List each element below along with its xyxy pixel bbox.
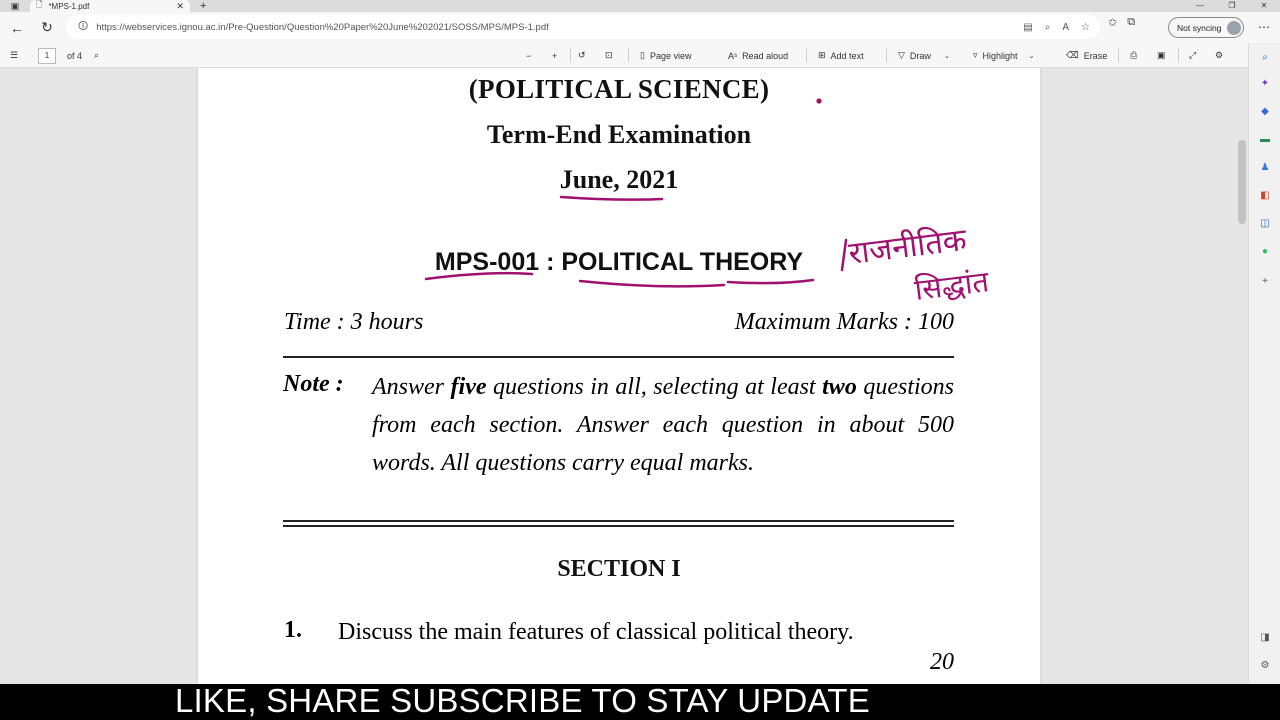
ink-underline-session bbox=[559, 195, 664, 201]
add-text-button[interactable]: ⊞ Add text bbox=[818, 43, 864, 68]
tab-title: *MPS-1.pdf bbox=[48, 1, 90, 11]
chevron-down-icon: ⌄ bbox=[943, 52, 950, 60]
pdf-viewer[interactable]: (POLITICAL SCIENCE) Term-End Examination… bbox=[0, 68, 1248, 684]
address-bar-row: ← ↻ 🛈 https://webservices.ignou.ac.in/Pr… bbox=[0, 12, 1280, 43]
draw-button[interactable]: ▽ Draw ⌄ bbox=[898, 43, 950, 68]
erase-label: Erase bbox=[1083, 50, 1108, 61]
url-text: https://webservices.ignou.ac.in/Pre-Ques… bbox=[96, 21, 549, 33]
office-icon[interactable]: ◧ bbox=[1258, 189, 1272, 203]
read-aloud-label: Read aloud bbox=[742, 50, 789, 61]
ink-annotations: राजनीतिक सिद्धांत bbox=[424, 98, 991, 307]
title-bar: ▣ 🗋 *MPS-1.pdf ✕ + — ❐ ✕ bbox=[0, 0, 1280, 12]
collections-icon[interactable]: ⧉ bbox=[1127, 16, 1135, 29]
zoom-out-icon[interactable]: − bbox=[526, 43, 531, 68]
sidebar-toggle-icon[interactable]: ◨ bbox=[1258, 631, 1272, 645]
ink-dot bbox=[816, 98, 822, 104]
url-field[interactable]: 🛈 https://webservices.ignou.ac.in/Pre-Qu… bbox=[66, 15, 1100, 39]
new-tab-icon[interactable]: + bbox=[200, 0, 206, 12]
fit-page-icon[interactable]: ⊡ bbox=[605, 43, 613, 68]
zoom-in-icon[interactable]: + bbox=[552, 43, 557, 68]
ink-bar bbox=[840, 238, 848, 272]
minimize-icon[interactable]: — bbox=[1184, 0, 1216, 12]
close-window-icon[interactable]: ✕ bbox=[1248, 0, 1280, 12]
add-text-icon: ⊞ bbox=[818, 50, 826, 60]
profile-label: Not syncing bbox=[1177, 22, 1222, 33]
pdf-page: (POLITICAL SCIENCE) Term-End Examination… bbox=[198, 68, 1040, 684]
search-icon[interactable]: ⌕ bbox=[1258, 51, 1272, 65]
draw-label: Draw bbox=[909, 50, 931, 61]
expand-icon[interactable]: ⤢ bbox=[1189, 43, 1196, 68]
page-view-label: Page view bbox=[649, 50, 692, 61]
highlight-button[interactable]: ▿ Highlight ⌄ bbox=[973, 43, 1034, 68]
close-tab-icon[interactable]: ✕ bbox=[176, 1, 184, 12]
reader-icon[interactable]: ▤ bbox=[1023, 22, 1032, 33]
shopping-icon[interactable]: ◆ bbox=[1258, 105, 1272, 119]
ink-underline-title bbox=[578, 279, 726, 288]
menu-icon[interactable]: ⋯ bbox=[1258, 20, 1270, 34]
highlight-icon: ▿ bbox=[973, 50, 978, 60]
pdf-toolbar: ☰ 1 of 4 ⌕ − + ↺ ⊡ ▯ Page view Aˢ Read a… bbox=[0, 43, 1248, 68]
games-icon[interactable]: ♟ bbox=[1258, 161, 1272, 175]
caption-banner: LIKE, SHARE SUBSCRIBE TO STAY UPDATE bbox=[0, 684, 1280, 720]
sidebar-settings-icon[interactable]: ⚙ bbox=[1258, 659, 1272, 673]
erase-button[interactable]: ⌫ Erase bbox=[1066, 43, 1107, 68]
chevron-down-icon: ⌄ bbox=[1028, 52, 1035, 60]
ink-underline-code bbox=[424, 271, 534, 281]
avatar bbox=[1227, 20, 1242, 35]
profile-button[interactable]: Not syncing bbox=[1168, 17, 1244, 38]
print-icon[interactable]: ⎙ bbox=[1130, 43, 1137, 68]
page-total: of 4 bbox=[67, 50, 83, 61]
tools-icon[interactable]: ▬ bbox=[1258, 133, 1272, 147]
refresh-icon[interactable]: ↻ bbox=[38, 19, 56, 36]
save-icon[interactable]: ▣ bbox=[1157, 43, 1166, 68]
highlight-label: Highlight bbox=[982, 50, 1018, 61]
tab-actions-icon[interactable]: ▣ bbox=[0, 0, 30, 12]
spotify-icon[interactable]: ● bbox=[1258, 245, 1272, 259]
contents-icon[interactable]: ☰ bbox=[10, 43, 18, 68]
ink-hindi-word-2: सिद्धांत bbox=[913, 264, 991, 307]
edge-sidebar: ⌕ ✦ ◆ ▬ ♟ ◧ ◫ ● + ◨ ⚙ bbox=[1248, 43, 1280, 684]
eraser-icon: ⌫ bbox=[1066, 50, 1079, 60]
draw-icon: ▽ bbox=[898, 50, 905, 60]
page-view-icon: ▯ bbox=[640, 50, 645, 60]
favorites-icon[interactable]: ✩ bbox=[1108, 16, 1117, 29]
add-icon[interactable]: + bbox=[1258, 275, 1272, 289]
favorite-icon[interactable]: ☆ bbox=[1081, 22, 1090, 33]
outlook-icon[interactable]: ◫ bbox=[1258, 217, 1272, 231]
page-number-input[interactable]: 1 bbox=[38, 47, 56, 64]
zoom-icon[interactable]: ⌕ bbox=[1045, 22, 1051, 33]
site-info-icon[interactable]: 🛈 bbox=[78, 19, 88, 36]
scrollbar-thumb[interactable] bbox=[1238, 140, 1246, 224]
find-icon[interactable]: ⌕ bbox=[94, 43, 99, 68]
ink-underline-title-2 bbox=[726, 278, 815, 285]
rotate-icon[interactable]: ↺ bbox=[578, 43, 586, 68]
copilot-icon[interactable]: ✦ bbox=[1258, 77, 1272, 91]
settings-icon[interactable]: ⚙ bbox=[1215, 43, 1223, 68]
read-aloud-icon: Aˢ bbox=[728, 50, 738, 61]
browser-tab[interactable]: 🗋 *MPS-1.pdf ✕ bbox=[30, 0, 190, 12]
read-aloud-button[interactable]: Aˢ Read aloud bbox=[728, 43, 788, 68]
read-aloud-icon[interactable]: A bbox=[1062, 22, 1069, 33]
page-view-button[interactable]: ▯ Page view bbox=[640, 43, 691, 68]
ink-hindi-word-1: राजनीतिक bbox=[847, 222, 970, 272]
add-text-label: Add text bbox=[830, 50, 864, 61]
back-icon[interactable]: ← bbox=[8, 20, 26, 36]
restore-icon[interactable]: ❐ bbox=[1216, 0, 1248, 12]
